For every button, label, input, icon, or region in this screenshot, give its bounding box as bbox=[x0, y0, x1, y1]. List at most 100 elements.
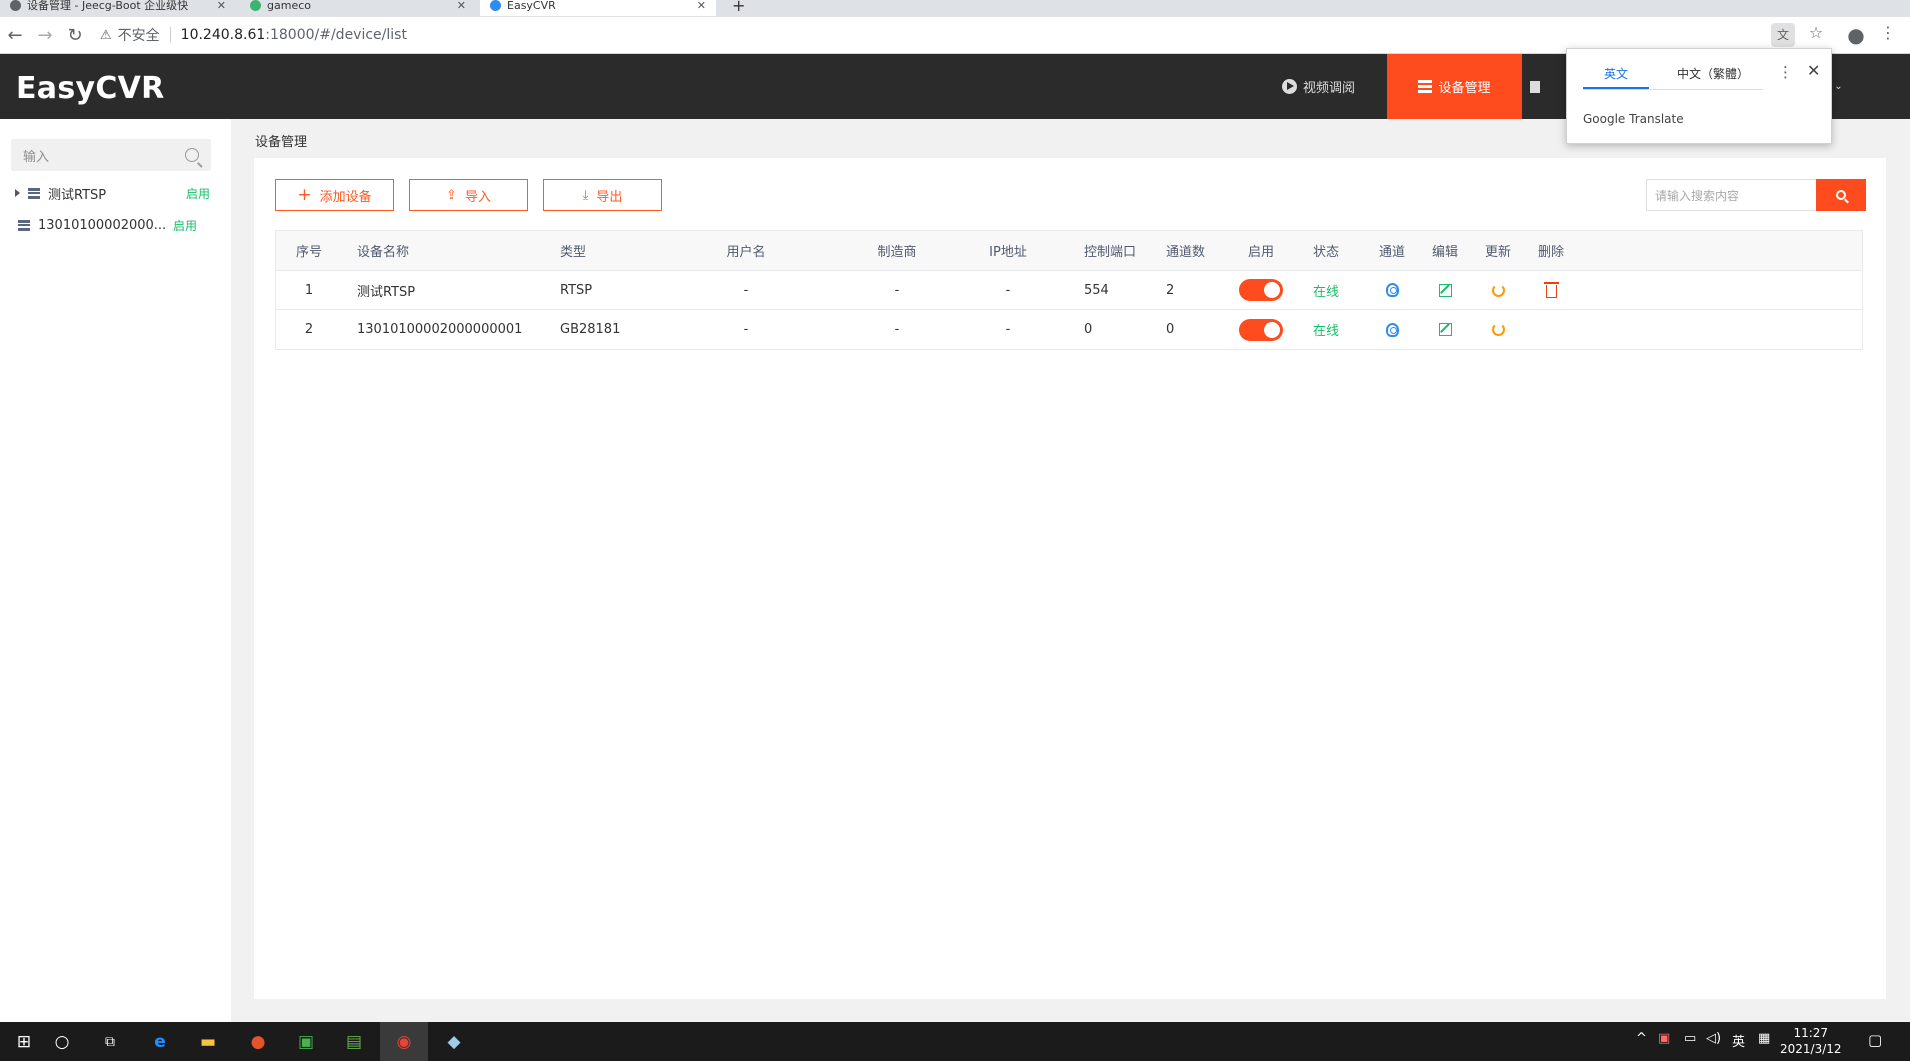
tab-target-language[interactable]: 中文（繁體） bbox=[1663, 65, 1763, 89]
security-label[interactable]: 不安全 bbox=[118, 25, 160, 45]
more-options-icon[interactable]: ⋮ bbox=[1778, 63, 1793, 81]
chrome-icon[interactable]: ◉ bbox=[380, 1022, 428, 1061]
cell-ip: - bbox=[1005, 322, 1011, 337]
button-label: 导出 bbox=[596, 189, 623, 205]
device-tree-sidebar: 输入 测试RTSP 启用 13010100002000... 启用 bbox=[0, 119, 231, 1022]
media-app-icon[interactable]: ▣ bbox=[282, 1022, 330, 1061]
search-button[interactable] bbox=[1816, 179, 1866, 211]
network-icon[interactable]: ▭ bbox=[1684, 1031, 1696, 1046]
enable-cell bbox=[1236, 310, 1286, 349]
browser-tab-easycvr[interactable]: EasyCVR ✕ bbox=[480, 0, 716, 16]
task-view-icon[interactable]: ⧉ bbox=[86, 1022, 134, 1061]
column-header: 启用 bbox=[1247, 245, 1274, 260]
tray-chevron-icon[interactable]: ^ bbox=[1636, 1031, 1647, 1046]
edit-icon[interactable] bbox=[1438, 283, 1452, 297]
trash-icon[interactable] bbox=[1543, 281, 1559, 298]
expand-caret-icon[interactable] bbox=[15, 189, 20, 197]
app-logo[interactable]: EasyCVR bbox=[16, 71, 165, 106]
main-content: 设备管理 + 添加设备 ⇪ 导入 ⤓ 导出 请输入搜索内容 序号 设备名称 类型… bbox=[254, 119, 1886, 999]
close-icon[interactable]: ✕ bbox=[1807, 61, 1820, 80]
tab-favicon-icon bbox=[250, 0, 261, 11]
tab-title: gameco bbox=[267, 0, 311, 12]
nav-label: 视频调阅 bbox=[1303, 81, 1356, 96]
enable-toggle[interactable] bbox=[1239, 279, 1283, 301]
search-circle-icon[interactable]: ○ bbox=[38, 1022, 86, 1061]
tree-item-status: 启用 bbox=[186, 186, 211, 201]
import-button[interactable]: ⇪ 导入 bbox=[409, 179, 528, 211]
column-header: 编辑 bbox=[1431, 245, 1458, 260]
device-search-input[interactable]: 请输入搜索内容 bbox=[1646, 179, 1816, 211]
forward-arrow-icon[interactable]: → bbox=[30, 25, 60, 46]
nav-more[interactable] bbox=[1522, 54, 1548, 119]
export-button[interactable]: ⤓ 导出 bbox=[543, 179, 662, 211]
chevron-down-icon: ⌄ bbox=[1834, 81, 1843, 92]
edit-icon[interactable] bbox=[1438, 323, 1452, 336]
close-tab-icon[interactable]: ✕ bbox=[697, 0, 706, 12]
channel-camera-icon[interactable] bbox=[1385, 322, 1399, 337]
app-icon[interactable]: ● bbox=[234, 1022, 282, 1061]
file-explorer-icon[interactable]: ▬ bbox=[184, 1022, 232, 1061]
nav-video-view[interactable]: 视频调阅 bbox=[1252, 54, 1385, 119]
column-header: 制造商 bbox=[877, 245, 917, 260]
server-icon bbox=[28, 187, 40, 199]
enable-toggle[interactable] bbox=[1239, 318, 1283, 341]
refresh-icon[interactable] bbox=[1491, 283, 1505, 297]
column-header: 通道数 bbox=[1166, 245, 1206, 260]
search-placeholder: 输入 bbox=[23, 149, 50, 165]
add-device-button[interactable]: + 添加设备 bbox=[275, 179, 394, 211]
browser-tab-gameco[interactable]: gameco ✕ bbox=[240, 0, 476, 16]
edge-browser-icon[interactable]: e bbox=[136, 1022, 184, 1061]
system-clock[interactable]: 11:27 2021/3/12 bbox=[1780, 1025, 1842, 1057]
nav-device-management[interactable]: 设备管理 bbox=[1387, 54, 1522, 119]
reload-icon[interactable]: ↻ bbox=[60, 25, 90, 46]
clock-date: 2021/3/12 bbox=[1780, 1042, 1842, 1056]
cell-index: 2 bbox=[304, 322, 314, 337]
device-table: 序号 设备名称 类型 用户名 制造商 IP地址 控制端口 通道数 启用 状态 通… bbox=[275, 230, 1863, 350]
nav-label: 设备管理 bbox=[1438, 81, 1491, 96]
new-tab-icon[interactable]: + bbox=[722, 0, 752, 16]
column-header: 更新 bbox=[1484, 245, 1511, 260]
keyboard-grid-icon[interactable]: ▦ bbox=[1758, 1031, 1770, 1046]
clock-time: 11:27 bbox=[1793, 1026, 1829, 1040]
search-icon[interactable] bbox=[185, 148, 199, 162]
notes-app-icon[interactable]: ◆ bbox=[430, 1022, 478, 1061]
cell-device-name: 13010100002000000001 bbox=[357, 322, 523, 337]
play-circle-icon bbox=[1282, 79, 1297, 94]
windows-taskbar: ⊞ ○ ⧉ e ▬ ● ▣ ▤ ◉ ◆ ^ ▣ ▭ ◁) 英 ▦ 11:27 2… bbox=[0, 1022, 1910, 1061]
close-tab-icon[interactable]: ✕ bbox=[457, 0, 466, 12]
tree-item-label: 13010100002000... bbox=[38, 217, 167, 233]
tray-app-icon[interactable]: ▣ bbox=[1658, 1031, 1670, 1046]
cell-manufacturer: - bbox=[894, 322, 900, 337]
ime-indicator[interactable]: 英 bbox=[1732, 1031, 1745, 1050]
bookmark-star-icon[interactable]: ☆ bbox=[1804, 23, 1828, 47]
delete-cell bbox=[1526, 271, 1576, 309]
profile-avatar-icon[interactable]: ● bbox=[1844, 23, 1868, 47]
column-header: 设备名称 bbox=[357, 245, 410, 260]
cell-device-name: 测试RTSP bbox=[357, 284, 416, 300]
notification-icon[interactable]: ▢ bbox=[1868, 1031, 1882, 1049]
volume-icon[interactable]: ◁) bbox=[1706, 1031, 1721, 1046]
channel-camera-icon[interactable] bbox=[1385, 283, 1399, 297]
tree-search-input[interactable]: 输入 bbox=[11, 139, 211, 171]
refresh-icon[interactable] bbox=[1491, 323, 1505, 336]
button-label: 导入 bbox=[464, 189, 491, 205]
cell-port: 0 bbox=[1084, 322, 1093, 337]
translate-icon[interactable]: 文 bbox=[1771, 23, 1795, 47]
upload-icon: ⇪ bbox=[446, 187, 457, 203]
menu-dots-icon[interactable]: ⋮ bbox=[1876, 23, 1900, 47]
back-arrow-icon[interactable]: ← bbox=[0, 25, 30, 46]
column-header: 类型 bbox=[560, 245, 587, 260]
cell-type: RTSP bbox=[560, 282, 593, 298]
channel-cell bbox=[1367, 271, 1417, 309]
address-bar[interactable]: ⚠ 不安全 10.240.8.61 :18000/#/device/list bbox=[100, 21, 1790, 49]
translate-popup: 英文 中文（繁體） ⋮ ✕ Google Translate bbox=[1566, 48, 1832, 144]
column-header: 用户名 bbox=[726, 245, 766, 260]
device-list-panel: + 添加设备 ⇪ 导入 ⤓ 导出 请输入搜索内容 序号 设备名称 类型 用户名 bbox=[254, 158, 1886, 999]
browser-tab-jeecg[interactable]: 设备管理 - Jeecg-Boot 企业级快 ✕ bbox=[0, 0, 236, 16]
tab-source-language[interactable]: 英文 bbox=[1583, 65, 1649, 89]
tree-item-device-1[interactable]: 测试RTSP 启用 bbox=[0, 181, 231, 205]
tree-item-device-2[interactable]: 13010100002000... 启用 bbox=[0, 213, 231, 237]
folder-app-icon[interactable]: ▤ bbox=[330, 1022, 378, 1061]
close-tab-icon[interactable]: ✕ bbox=[217, 0, 226, 12]
refresh-cell bbox=[1473, 310, 1523, 349]
